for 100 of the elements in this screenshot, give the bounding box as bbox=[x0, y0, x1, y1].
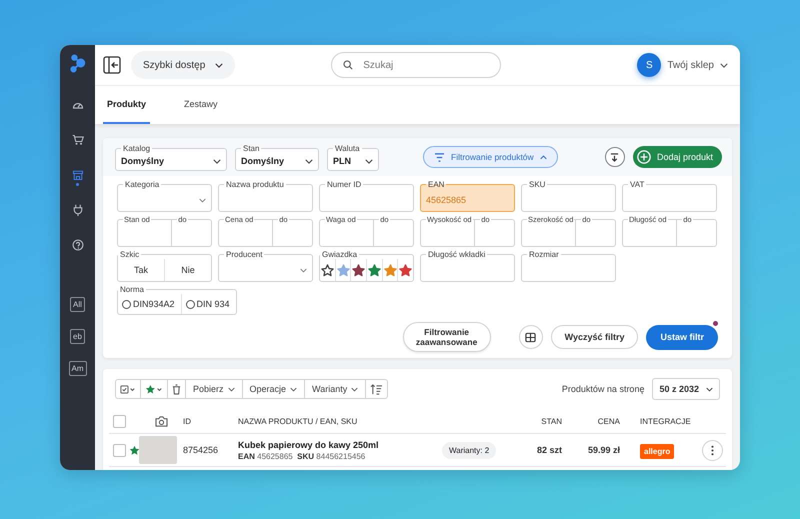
caret-icon bbox=[290, 386, 298, 392]
product-name[interactable]: Kubek papierowy do kawy 250ml bbox=[238, 440, 442, 450]
table-layout-icon[interactable] bbox=[518, 325, 543, 349]
caret-icon bbox=[300, 268, 307, 272]
field-value: Domyślny bbox=[121, 156, 166, 166]
select-field[interactable]: Kategoria bbox=[117, 180, 212, 212]
caret-icon bbox=[228, 386, 235, 392]
filter-toggle-button[interactable]: Filtrowanie produktów bbox=[423, 146, 558, 168]
field-label: Katalog bbox=[122, 144, 152, 152]
search-icon bbox=[343, 60, 354, 70]
star-icon[interactable] bbox=[384, 264, 397, 276]
field-label: Gwiazdka bbox=[321, 250, 358, 259]
download-icon[interactable] bbox=[604, 147, 625, 167]
field-label: Norma bbox=[119, 285, 146, 294]
star-caret-icon bbox=[145, 384, 163, 394]
text-field[interactable]: VAT bbox=[622, 180, 717, 212]
text-field[interactable]: SKU bbox=[521, 180, 616, 212]
table-cell-text: 82 szt bbox=[536, 445, 563, 455]
caret-icon bbox=[199, 198, 206, 202]
toolbar-dropdown[interactable]: Pobierz bbox=[186, 380, 243, 398]
column-header: STAN bbox=[540, 416, 563, 426]
search-field[interactable]: Szukaj bbox=[331, 52, 502, 78]
app-shortcut[interactable]: eb bbox=[70, 329, 85, 344]
select-field[interactable]: Katalog Domyślny bbox=[115, 144, 227, 170]
table-cell-text: 59.99 zł bbox=[586, 445, 621, 455]
field-label: Szkic bbox=[119, 250, 140, 259]
account-avatar[interactable]: S bbox=[637, 53, 662, 77]
toggle-option[interactable]: Tak bbox=[118, 259, 164, 281]
toggle-option[interactable]: Nie bbox=[164, 259, 211, 281]
toolbar-dropdown[interactable]: Operacje bbox=[242, 380, 306, 398]
field-label: Nazwa produktu bbox=[225, 180, 285, 189]
field-value: Domyślny bbox=[241, 156, 286, 166]
field-value: PLN bbox=[333, 156, 352, 166]
caret-icon bbox=[305, 158, 313, 164]
star-icon[interactable] bbox=[336, 264, 350, 276]
text-field[interactable]: Rozmiar bbox=[521, 250, 616, 282]
quick-access-dropdown[interactable]: Szybki dostęp bbox=[131, 51, 236, 79]
tab[interactable]: Zestawy bbox=[180, 86, 222, 124]
row-checkbox[interactable] bbox=[113, 444, 126, 456]
field-label: Rozmiar bbox=[528, 250, 560, 259]
caret-icon bbox=[215, 62, 224, 68]
select-field[interactable]: Stan Domyślny bbox=[235, 144, 319, 170]
star-icon[interactable] bbox=[368, 264, 381, 276]
caret-icon bbox=[540, 154, 547, 160]
code-value: 84456215456 bbox=[316, 452, 366, 460]
collapse-sidebar-icon[interactable] bbox=[103, 56, 121, 74]
star-icon[interactable] bbox=[320, 264, 334, 276]
field-label: Numer ID bbox=[326, 180, 362, 189]
photo-placeholder bbox=[139, 436, 177, 464]
field-label: SKU bbox=[528, 180, 546, 189]
app-shortcut[interactable]: Am bbox=[68, 361, 86, 376]
per-page-dropdown[interactable]: 50 z 2032 bbox=[652, 378, 720, 400]
field-value: 45625865 bbox=[426, 195, 468, 205]
account-dropdown[interactable]: Twój sklep bbox=[667, 60, 728, 70]
column-header: NAZWA PRODUKTU / EAN, SKU bbox=[238, 416, 358, 426]
more-options-icon[interactable] bbox=[702, 440, 723, 460]
text-field[interactable]: Nazwa produktu bbox=[218, 180, 313, 212]
caret-icon bbox=[365, 158, 373, 164]
logo-icon bbox=[68, 53, 86, 73]
star-icon[interactable] bbox=[130, 446, 139, 454]
code-label: EAN bbox=[238, 452, 255, 460]
table-cell-text: 8754256 bbox=[183, 445, 220, 455]
caret-icon bbox=[720, 62, 728, 68]
checkbox-caret-icon bbox=[120, 384, 136, 394]
column-header: INTEGRACJE bbox=[639, 416, 692, 426]
radio-option[interactable]: DIN934A2 bbox=[118, 294, 181, 314]
select-all-checkbox[interactable] bbox=[113, 414, 126, 428]
per-page-label: Produktów na stronę bbox=[562, 384, 644, 394]
caret-icon bbox=[213, 158, 221, 164]
field-label: Długość wkładki bbox=[427, 250, 486, 259]
field-label: Stan bbox=[242, 144, 260, 152]
toolbar-dropdown[interactable]: Warianty bbox=[305, 380, 366, 398]
select-field[interactable]: Producent bbox=[218, 250, 313, 282]
text-field[interactable]: Numer ID bbox=[319, 180, 414, 212]
column-header: CENA bbox=[596, 416, 621, 426]
advanced-filter-button[interactable]: Filtrowanie zaawansowane bbox=[402, 322, 491, 352]
plus-icon bbox=[636, 150, 651, 164]
add-product-button[interactable]: Dodaj produkt bbox=[632, 146, 722, 168]
text-field[interactable]: EAN 45625865 bbox=[420, 180, 515, 212]
caret-icon bbox=[351, 386, 358, 392]
radio-option[interactable]: DIN 934 bbox=[180, 294, 236, 314]
field-label: Producent bbox=[225, 250, 264, 259]
tab[interactable]: Produkty bbox=[103, 86, 150, 124]
star-icon[interactable] bbox=[399, 264, 412, 276]
caret-icon bbox=[706, 386, 713, 392]
camera-icon bbox=[154, 416, 168, 426]
code-label: SKU bbox=[297, 452, 314, 460]
field-label: EAN bbox=[427, 180, 446, 189]
clear-filters-button[interactable]: Wyczyść filtry bbox=[550, 325, 638, 349]
app-shortcut[interactable]: All bbox=[70, 297, 85, 312]
field-label: VAT bbox=[629, 180, 646, 189]
integration-badge: allegro bbox=[640, 444, 674, 459]
filter-icon bbox=[434, 152, 445, 162]
field-label: Waluta bbox=[334, 144, 361, 152]
apply-filter-button[interactable]: Ustaw filtr bbox=[646, 324, 718, 350]
text-field[interactable]: Długość wkładki bbox=[420, 250, 515, 282]
star-icon[interactable] bbox=[352, 264, 366, 276]
select-field[interactable]: Waluta PLN bbox=[327, 144, 379, 170]
column-header: ID bbox=[183, 416, 192, 426]
variants-badge[interactable]: Warianty: 2 bbox=[442, 442, 496, 458]
